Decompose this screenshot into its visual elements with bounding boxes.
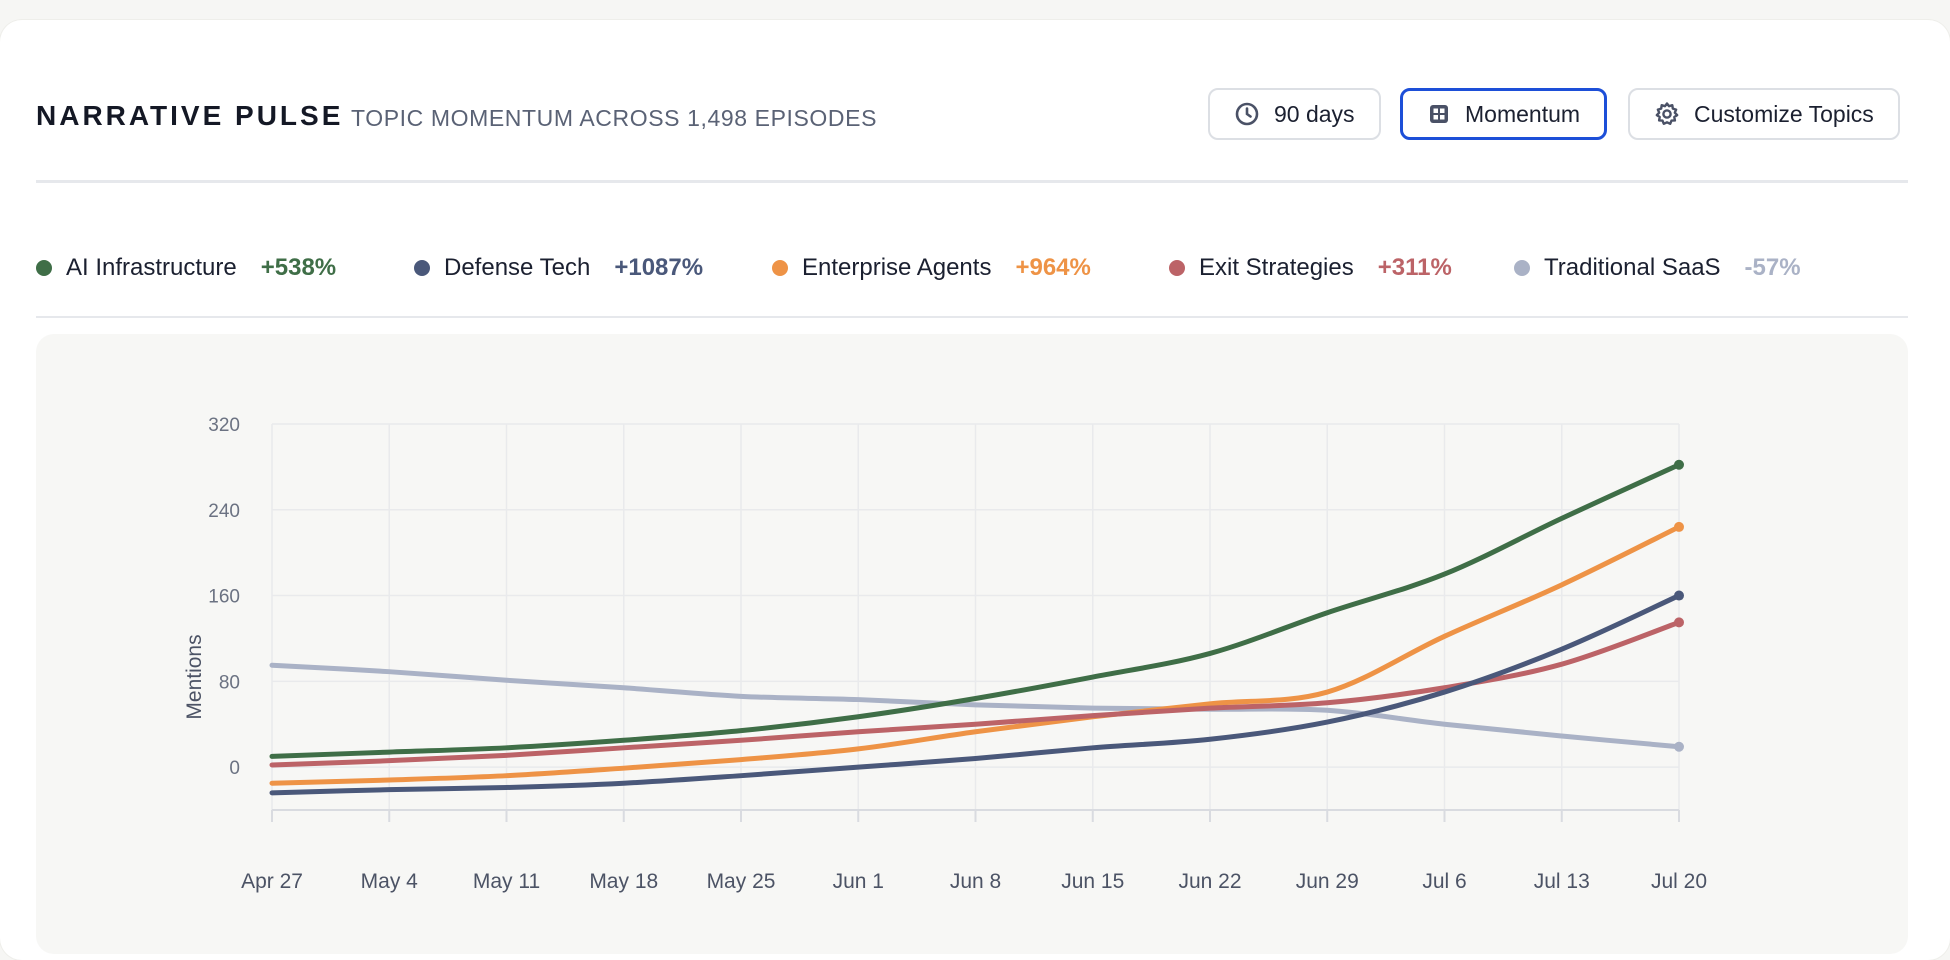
legend-dot	[414, 260, 430, 276]
momentum-line-chart: 0 80 160 240 320 Apr 27 May 4 May 11 May 18 May 2…	[183, 415, 1707, 893]
gear-icon	[1655, 102, 1679, 125]
chart-panel: 0 80 160 240 320 Apr 27 May 4 May 11 May 18 May 2…	[36, 334, 1908, 954]
series-end-point-enterprise-agents	[1674, 521, 1684, 532]
legend-label: Traditional SaaS	[1544, 254, 1721, 281]
page-subtitle: TOPIC MOMENTUM ACROSS 1,498 EPISODES	[351, 105, 878, 131]
momentum-label: Momentum	[1465, 100, 1581, 127]
series-end-point-exit-strategies	[1674, 617, 1684, 628]
customize-topics-label: Customize Topics	[1694, 100, 1874, 127]
legend-dot	[1169, 260, 1185, 276]
x-tick-label: Jul 6	[1422, 870, 1466, 893]
legend-dot	[772, 260, 788, 276]
legend-item-defense-tech[interactable]: Defense Tech +1087%	[414, 254, 703, 282]
legend-item-ai-infrastructure[interactable]: AI Infrastructure +538%	[36, 254, 336, 282]
x-tick-label: May 18	[589, 870, 658, 893]
legend-dot	[1514, 260, 1530, 276]
legend-change: -57%	[1744, 254, 1801, 281]
chart-legend: AI Infrastructure +538% Defense Tech +10…	[36, 240, 1908, 318]
x-tick-label: May 25	[707, 870, 776, 893]
customize-topics-button[interactable]: Customize Topics	[1628, 88, 1900, 140]
y-tick-label: 160	[208, 587, 240, 608]
page-title: NARRATIVE PULSE	[36, 100, 344, 131]
x-tick-label: Apr 27	[241, 870, 303, 893]
x-tick-label: Jun 22	[1178, 870, 1241, 893]
time-range-button[interactable]: 90 days	[1208, 88, 1381, 140]
x-tick-label: Jun 8	[950, 870, 1001, 893]
x-tick-label: May 11	[473, 870, 540, 893]
series-end-point-traditional-saas	[1674, 741, 1684, 752]
y-tick-label: 0	[229, 758, 240, 779]
legend-item-traditional-saas[interactable]: Traditional SaaS -57%	[1514, 254, 1801, 282]
legend-label: AI Infrastructure	[66, 254, 237, 281]
x-tick-label: Jun 15	[1061, 870, 1124, 893]
card-header: NARRATIVE PULSE TOPIC MOMENTUM ACROSS 1,…	[36, 80, 1908, 183]
y-axis-title: Mentions	[183, 634, 206, 719]
legend-change: +311%	[1377, 254, 1452, 281]
legend-item-exit-strategies[interactable]: Exit Strategies +311%	[1169, 254, 1452, 282]
y-tick-label: 320	[208, 415, 240, 436]
time-range-label: 90 days	[1274, 100, 1355, 127]
grid-icon	[1430, 105, 1448, 123]
y-tick-label: 240	[208, 501, 240, 522]
legend-change: +538%	[260, 254, 337, 281]
x-tick-label: Jun 1	[833, 870, 884, 893]
x-tick-label: Jul 13	[1534, 870, 1590, 893]
legend-item-enterprise-agents[interactable]: Enterprise Agents +964%	[772, 254, 1091, 282]
legend-label: Enterprise Agents	[802, 254, 992, 281]
y-tick-label: 80	[219, 672, 240, 693]
narrative-pulse-card: NARRATIVE PULSE TOPIC MOMENTUM ACROSS 1,…	[0, 20, 1950, 960]
x-tick-label: Jun 29	[1296, 870, 1359, 893]
legend-change: +964%	[1015, 254, 1091, 281]
legend-label: Exit Strategies	[1199, 254, 1354, 281]
clock-icon	[1235, 102, 1259, 126]
legend-label: Defense Tech	[444, 254, 591, 281]
series-end-point-defense-tech	[1674, 590, 1684, 601]
legend-change: +1087%	[614, 254, 704, 281]
series-end-point-ai-infrastructure	[1674, 459, 1684, 470]
x-tick-label: May 4	[361, 870, 419, 893]
legend-dot	[36, 260, 52, 276]
momentum-button[interactable]: Momentum	[1400, 88, 1608, 140]
x-tick-label: Jul 20	[1651, 870, 1707, 893]
